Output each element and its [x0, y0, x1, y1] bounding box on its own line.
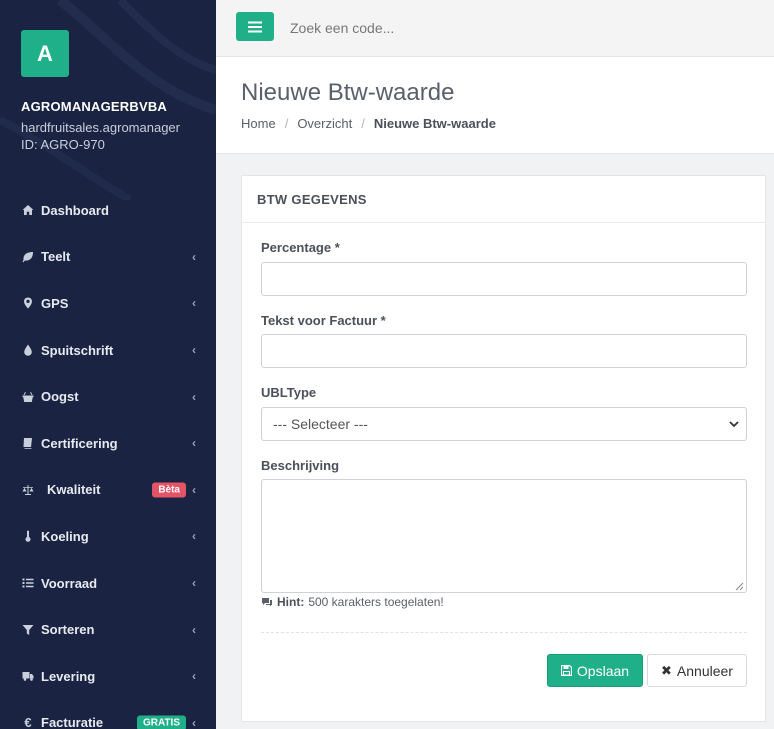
sidebar-item-label: Levering [41, 668, 96, 684]
hint-label: Hint: [277, 595, 305, 609]
hamburger-icon [248, 21, 262, 32]
beschrijving-label: Beschrijving [261, 458, 340, 473]
save-button[interactable]: Opslaan [547, 654, 643, 687]
ubltype-selected-value: --- Selecteer --- [273, 416, 368, 432]
sidebar-item-label: GPS [41, 295, 69, 311]
breadcrumb-home[interactable]: Home [241, 116, 276, 131]
chevron-left-icon: ‹ [192, 296, 196, 311]
breadcrumb-overzicht[interactable]: Overzicht [297, 116, 352, 131]
close-icon: ✖ [661, 662, 672, 678]
sidebar-item-label: Facturatie [41, 715, 104, 729]
sidebar-item-label: Voorraad [41, 575, 98, 591]
breadcrumb-current: Nieuwe Btw-waarde [373, 116, 496, 131]
gratis-badge: GRATIS [136, 715, 186, 729]
chevron-left-icon: ‹ [192, 389, 196, 404]
chevron-left-icon: ‹ [192, 482, 196, 497]
btw-form-card: BTW GEGEVENS Percentage * Tekst voor Fac… [241, 175, 766, 722]
page-title: Nieuwe Btw-waarde [241, 79, 455, 106]
filter-icon [21, 623, 35, 637]
chevron-left-icon: ‹ [192, 576, 196, 591]
home-icon [21, 203, 35, 217]
company-info: hardfruitsales.agromanager ID: AGRO-970 [21, 119, 180, 153]
company-name: AGROMANAGERBVBA [21, 99, 167, 114]
beschrijving-textarea[interactable] [261, 479, 747, 593]
ubltype-label: UBLType [261, 385, 317, 400]
tekst-factuur-input[interactable] [261, 334, 747, 368]
page-header: Nieuwe Btw-waarde Home / Overzicht / Nie… [216, 57, 774, 154]
sidebar-item-label: Sorteren [41, 622, 95, 638]
breadcrumb-separator: / [284, 116, 289, 131]
list-icon [21, 576, 35, 590]
save-icon [560, 665, 572, 676]
sidebar-item-facturatie[interactable]: € Facturatie GRATIS ‹ [0, 700, 216, 729]
sidebar-item-sorteren[interactable]: Sorteren ‹ [0, 606, 216, 653]
sidebar-item-gps[interactable]: GPS ‹ [0, 280, 216, 327]
thermometer-icon [21, 529, 35, 543]
tekst-factuur-label: Tekst voor Factuur * [261, 313, 386, 328]
hint-text: 500 karakters toegelaten! [308, 595, 444, 609]
save-button-label: Opslaan [576, 662, 630, 679]
sidebar-item-spuitschrift[interactable]: Spuitschrift ‹ [0, 327, 216, 374]
hint: Hint: 500 karakters toegelaten! [261, 595, 444, 609]
chevron-left-icon: ‹ [192, 529, 196, 544]
percentage-label: Percentage * [261, 240, 340, 255]
sidebar-item-dashboard[interactable]: Dashboard [0, 187, 216, 234]
cancel-button-label: Annuleer [676, 662, 733, 679]
resize-grip-icon[interactable] [735, 582, 744, 591]
sidebar-item-label: Kwaliteit [47, 482, 101, 498]
sidebar-item-certificering[interactable]: Certificering ‹ [0, 420, 216, 467]
sidebar-item-levering[interactable]: Levering ‹ [0, 653, 216, 700]
comments-icon [262, 598, 272, 607]
menu-toggle-button[interactable] [236, 12, 274, 41]
cancel-button[interactable]: ✖ Annuleer [647, 654, 747, 687]
search-input[interactable] [290, 14, 710, 42]
sidebar-item-label: Dashboard [41, 202, 109, 218]
sidebar-item-teelt[interactable]: Teelt ‹ [0, 234, 216, 281]
truck-icon [21, 669, 35, 683]
sidebar-item-koeling[interactable]: Koeling ‹ [0, 513, 216, 560]
chevron-left-icon: ‹ [192, 715, 196, 729]
sidebar: A AGROMANAGERBVBA hardfruitsales.agroman… [0, 0, 216, 729]
euro-icon: € [24, 715, 32, 729]
sidebar-item-label: Certificering [41, 435, 118, 451]
company-id: ID: AGRO-970 [21, 137, 105, 152]
form-divider [261, 632, 747, 633]
sidebar-item-kwaliteit[interactable]: Kwaliteit Bèta ‹ [0, 467, 216, 514]
chevron-left-icon: ‹ [192, 669, 196, 684]
ubltype-select[interactable]: --- Selecteer --- [261, 407, 747, 441]
breadcrumb: Home / Overzicht / Nieuwe Btw-waarde [241, 116, 496, 131]
chevron-left-icon: ‹ [192, 343, 196, 358]
chevron-left-icon: ‹ [192, 249, 196, 264]
beta-badge: Bèta [152, 482, 186, 498]
card-title: BTW GEGEVENS [242, 176, 765, 223]
chevron-left-icon: ‹ [192, 622, 196, 637]
book-icon [21, 436, 35, 450]
map-marker-icon [21, 296, 35, 310]
brand-logo[interactable]: A [21, 30, 69, 77]
chevron-left-icon: ‹ [192, 436, 196, 451]
breadcrumb-separator: / [361, 116, 365, 131]
sidebar-item-label: Spuitschrift [41, 342, 114, 358]
percentage-input[interactable] [261, 262, 747, 296]
sidebar-nav: Dashboard Teelt ‹ GPS ‹ Spuitschrift ‹ O… [0, 187, 216, 729]
sidebar-item-label: Koeling [41, 528, 89, 544]
company-domain: hardfruitsales.agromanager [21, 120, 180, 135]
sidebar-item-oogst[interactable]: Oogst ‹ [0, 373, 216, 420]
sidebar-item-label: Teelt [41, 249, 71, 265]
sidebar-item-label: Oogst [41, 389, 79, 405]
chevron-down-icon [729, 421, 739, 428]
sidebar-item-voorraad[interactable]: Voorraad ‹ [0, 560, 216, 607]
leaf-icon [21, 250, 35, 264]
topbar [216, 0, 774, 57]
balance-scale-icon [21, 483, 35, 497]
basket-icon [21, 390, 35, 404]
tint-icon [21, 343, 35, 357]
